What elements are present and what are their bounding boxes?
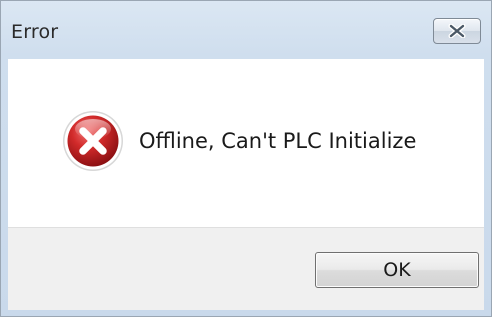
window-title: Error [11, 21, 59, 43]
error-x-icon [63, 111, 123, 171]
close-button[interactable] [433, 18, 481, 44]
error-message: Offline, Can't PLC Initialize [139, 129, 417, 153]
ok-button[interactable]: OK [315, 252, 479, 288]
button-bar: OK [8, 227, 484, 310]
close-icon [448, 24, 466, 38]
dialog-content: Offline, Can't PLC Initialize [8, 59, 484, 227]
title-bar[interactable]: Error [1, 1, 491, 59]
error-dialog: Error Offline, Can't PLC Initialize OK [0, 0, 492, 317]
